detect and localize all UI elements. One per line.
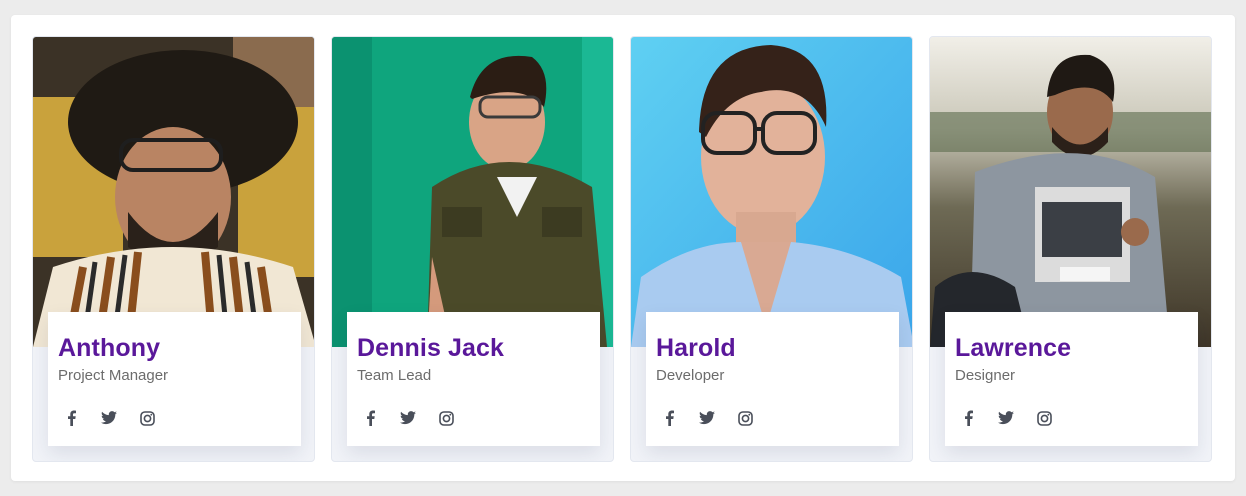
team-section: Anthony Project Manager Dennis Jack Team…	[11, 15, 1235, 481]
facebook-icon[interactable]	[956, 406, 980, 430]
twitter-icon[interactable]	[97, 406, 121, 430]
team-card-lawrence: Lawrence Designer	[929, 36, 1212, 462]
member-name: Anthony	[58, 334, 161, 362]
member-photo	[930, 37, 1211, 347]
member-photo	[332, 37, 613, 347]
team-card-anthony: Anthony Project Manager	[32, 36, 315, 462]
member-role: Developer	[656, 367, 725, 384]
member-name: Dennis Jack	[357, 334, 505, 362]
facebook-icon[interactable]	[358, 406, 382, 430]
member-photo	[631, 37, 912, 347]
twitter-icon[interactable]	[695, 406, 719, 430]
facebook-icon[interactable]	[657, 406, 681, 430]
instagram-icon[interactable]	[733, 406, 757, 430]
instagram-icon[interactable]	[434, 406, 458, 430]
team-card-harold: Harold Developer	[630, 36, 913, 462]
social-links	[358, 406, 600, 430]
team-card-dennis-jack: Dennis Jack Team Lead	[331, 36, 614, 462]
member-photo	[33, 37, 314, 347]
team-grid: Anthony Project Manager Dennis Jack Team…	[32, 36, 1214, 462]
instagram-icon[interactable]	[135, 406, 159, 430]
twitter-icon[interactable]	[994, 406, 1018, 430]
member-name: Lawrence	[955, 334, 1072, 362]
facebook-icon[interactable]	[59, 406, 83, 430]
instagram-icon[interactable]	[1032, 406, 1056, 430]
member-info-panel: Lawrence Designer	[945, 312, 1198, 446]
member-name: Harold	[656, 334, 736, 362]
member-role: Project Manager	[58, 367, 169, 384]
member-info-panel: Anthony Project Manager	[48, 312, 301, 446]
social-links	[59, 406, 301, 430]
member-info-panel: Harold Developer	[646, 312, 899, 446]
member-role: Designer	[955, 367, 1016, 384]
member-info-panel: Dennis Jack Team Lead	[347, 312, 600, 446]
member-role: Team Lead	[357, 367, 432, 384]
social-links	[956, 406, 1198, 430]
twitter-icon[interactable]	[396, 406, 420, 430]
social-links	[657, 406, 899, 430]
